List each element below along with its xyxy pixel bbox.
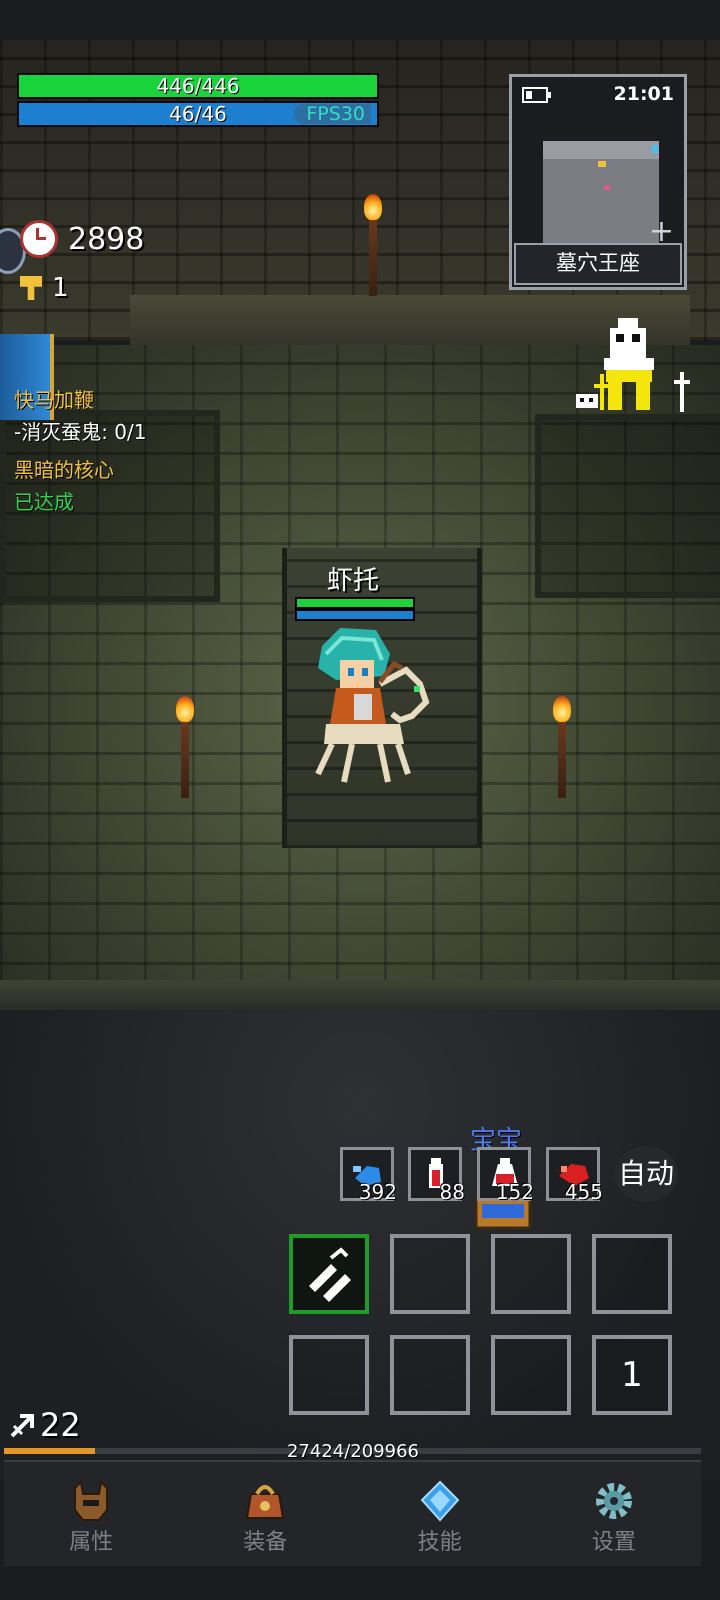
consumable-slot-1[interactable]: 392 — [340, 1147, 397, 1204]
time-counter: 2898 — [20, 220, 144, 258]
battery-icon — [522, 87, 551, 103]
player-mp-bar — [295, 609, 415, 621]
location-name: 墓穴王座 — [514, 243, 682, 285]
player-level: 22 — [10, 1406, 81, 1444]
time-counter-value: 2898 — [68, 221, 145, 257]
gear-icon — [595, 1483, 632, 1519]
enemy-marker-icon — [604, 185, 610, 190]
player-character[interactable] — [296, 624, 436, 794]
quest-objective: -消灭蚕鬼: 0/1 — [14, 420, 147, 444]
minimap[interactable]: 21:01 + 墓穴王座 — [509, 74, 687, 290]
consumable-count: 88 — [439, 1180, 465, 1204]
nav-item-attributes[interactable]: 属性 — [4, 1462, 178, 1566]
nav-label: 技能 — [417, 1530, 462, 1555]
hp-bar: 446/446 — [17, 73, 379, 99]
mp-bar: 46/46 FPS30 — [17, 101, 379, 127]
skill-slot-7[interactable] — [491, 1335, 571, 1415]
right-alcove — [535, 414, 720, 598]
clock-icon — [20, 220, 58, 258]
helmet-icon — [74, 1480, 109, 1521]
player-marker-icon — [598, 161, 606, 167]
bag-icon — [246, 1485, 285, 1519]
quest-title[interactable]: 快马加鞭 — [14, 384, 94, 413]
nav-item-settings[interactable]: 设置 — [527, 1462, 701, 1566]
level-arrow-icon — [10, 1414, 34, 1438]
quest-goal[interactable]: 黑暗的核心 — [14, 454, 114, 483]
auto-battle-button[interactable]: 自动 — [614, 1146, 678, 1202]
skill-slot-6[interactable] — [390, 1335, 470, 1415]
consumable-count: 152 — [495, 1180, 534, 1204]
boss-indicator-icon[interactable] — [574, 318, 690, 414]
skill-page-counter[interactable]: 1 — [592, 1335, 672, 1415]
consumable-slot-4[interactable]: 455 — [546, 1147, 603, 1204]
floor-edge — [0, 980, 720, 1010]
player-hp-bar — [295, 597, 415, 609]
claw-skill-icon — [309, 1247, 351, 1302]
consumable-slot-2[interactable]: 88 — [408, 1147, 465, 1204]
crystal-icon — [420, 1480, 460, 1522]
consumable-count: 455 — [564, 1180, 603, 1204]
consumable-count: 392 — [358, 1180, 397, 1204]
level-value: 22 — [40, 1406, 81, 1444]
fps-counter: FPS30 — [294, 104, 371, 124]
minimap-marker-icon — [652, 145, 658, 153]
nav-item-equipment[interactable]: 装备 — [178, 1462, 352, 1566]
bottom-nav: 属性 装备 技能 设置 — [4, 1460, 701, 1566]
skill-page-number: 1 — [621, 1355, 643, 1395]
nav-label: 装备 — [243, 1530, 288, 1555]
xp-text: 27424/209966 — [286, 1441, 420, 1462]
key-counter: 1 — [20, 273, 69, 303]
skill-slot-2[interactable] — [390, 1234, 470, 1314]
skill-slot-5[interactable] — [289, 1335, 369, 1415]
nav-label: 设置 — [591, 1530, 636, 1555]
minimap-corridor — [543, 141, 659, 159]
quest-status: 已达成 — [14, 490, 74, 514]
key-icon — [20, 276, 42, 300]
consumable-slot-3[interactable]: 152 — [477, 1147, 534, 1204]
hp-text: 446/446 — [156, 74, 240, 98]
skill-slot-4[interactable] — [592, 1234, 672, 1314]
key-counter-value: 1 — [52, 273, 69, 303]
player-name: 虾托 — [326, 566, 379, 596]
torch-icon — [364, 194, 382, 296]
skill-slot-1[interactable] — [289, 1234, 369, 1314]
nav-item-skills[interactable]: 技能 — [353, 1462, 527, 1566]
torch-icon — [176, 696, 194, 798]
clock-text: 21:01 — [613, 83, 674, 105]
torch-icon — [553, 696, 571, 798]
skill-slot-3[interactable] — [491, 1234, 571, 1314]
nav-label: 属性 — [69, 1530, 114, 1555]
